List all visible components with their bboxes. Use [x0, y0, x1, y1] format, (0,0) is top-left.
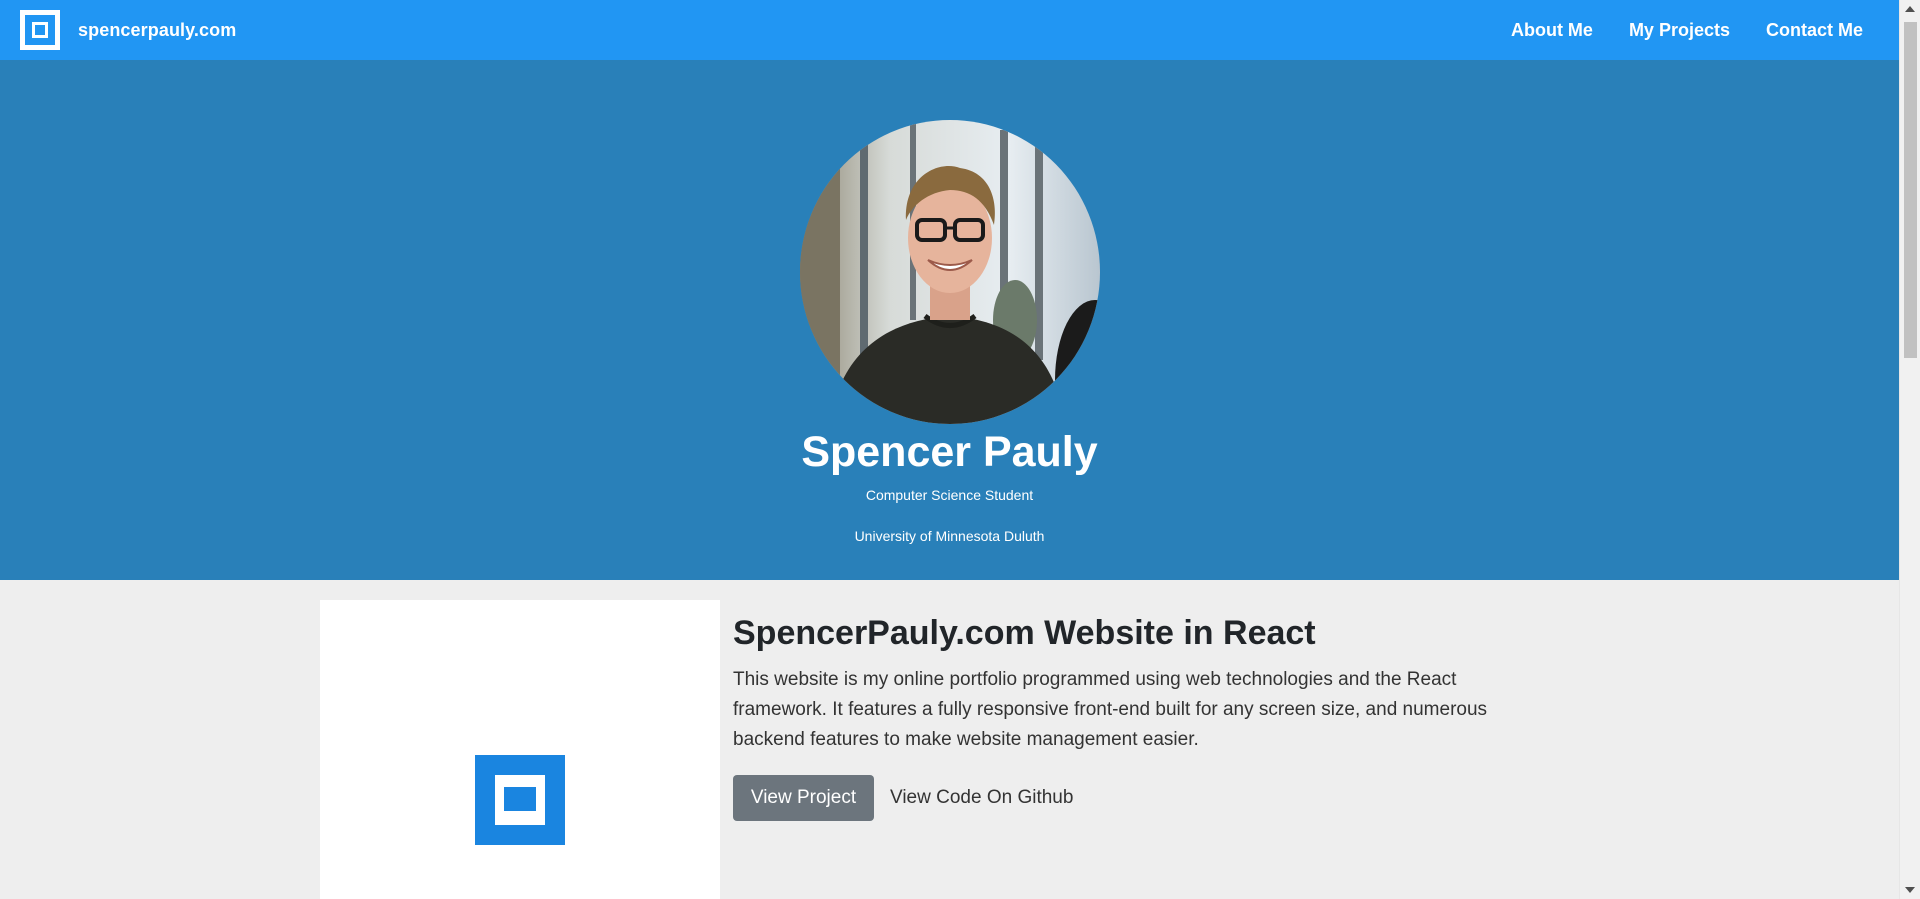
- brand-link[interactable]: spencerpauly.com: [20, 10, 236, 50]
- hero-section: Spencer Pauly Computer Science Student U…: [0, 60, 1899, 580]
- spencerpauly-logo-icon: [475, 755, 565, 845]
- profile-photo-image: [800, 120, 1100, 424]
- nav-link-about-me[interactable]: About Me: [1511, 20, 1593, 41]
- hero-name: Spencer Pauly: [801, 428, 1098, 476]
- profile-photo: [800, 120, 1100, 424]
- nav-link-my-projects[interactable]: My Projects: [1629, 20, 1730, 41]
- nav-links: About Me My Projects Contact Me: [1475, 20, 1863, 41]
- project-thumbnail[interactable]: [320, 600, 720, 899]
- nav-link-contact-me[interactable]: Contact Me: [1766, 20, 1863, 41]
- view-project-button[interactable]: View Project: [733, 775, 874, 821]
- page-scrollbar[interactable]: [1899, 0, 1920, 899]
- hero-school: University of Minnesota Duluth: [854, 528, 1045, 544]
- github-link[interactable]: View Code On Github: [890, 787, 1073, 809]
- project-title: SpencerPauly.com Website in React: [733, 614, 1316, 652]
- project-description: This website is my online portfolio prog…: [733, 669, 1488, 750]
- top-navbar: spencerpauly.com About Me My Projects Co…: [0, 0, 1899, 60]
- spencerpauly-logo-icon: [20, 10, 60, 50]
- scroll-thumb[interactable]: [1904, 22, 1917, 358]
- scroll-down-icon[interactable]: [1905, 887, 1915, 893]
- brand-name[interactable]: spencerpauly.com: [78, 20, 236, 41]
- scroll-up-icon[interactable]: [1905, 6, 1915, 12]
- hero-role: Computer Science Student: [865, 487, 1034, 503]
